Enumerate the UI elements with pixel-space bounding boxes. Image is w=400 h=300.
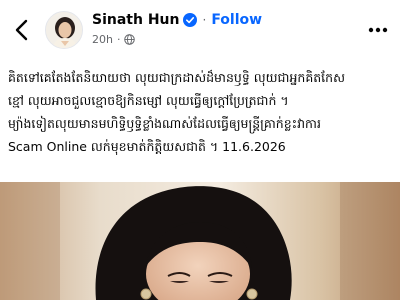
author-name[interactable]: Sinath Hun: [92, 12, 179, 28]
post-text-line: គិតទៅគេតែងតែនិយាយថា លុយជាក្រដាស់ដ៏មានឫទ្…: [8, 70, 345, 85]
post-text-line: ខ្មៅ លុយអាចជួលខ្មោចឱ្យកិនម្សៅ លុយធ្វើឲ្យ…: [8, 93, 289, 108]
post-text: គិតទៅគេតែងតែនិយាយថា លុយជាក្រដាស់ដ៏មានឫទ្…: [8, 66, 396, 158]
author-line: Sinath Hun · Follow: [92, 12, 262, 28]
separator-dot: ·: [202, 13, 207, 27]
post-timestamp[interactable]: 20h: [92, 33, 113, 46]
avatar[interactable]: [45, 11, 83, 49]
meta-separator: ·: [116, 33, 121, 46]
post-header: Sinath Hun · Follow 20h ·: [0, 0, 400, 60]
globe-icon: [124, 34, 136, 45]
back-arrow-icon: [15, 19, 28, 41]
follow-button[interactable]: Follow: [211, 12, 262, 28]
post-text-line: Scam Online លក់មុខមាត់កិត្តិយសជាតិ ។ 11.…: [8, 139, 286, 154]
post-meta: 20h ·: [92, 33, 136, 46]
back-button[interactable]: [8, 16, 36, 44]
more-options-button[interactable]: [366, 18, 390, 42]
post-photo[interactable]: [0, 182, 400, 300]
more-options-icon: [368, 27, 388, 33]
post-text-line: ម្យ៉ាងទៀតលុយមានមហិទ្ធិឫទ្ធិខ្លាំងណាស់ដែល…: [8, 116, 321, 131]
verified-badge-icon: [183, 13, 198, 27]
